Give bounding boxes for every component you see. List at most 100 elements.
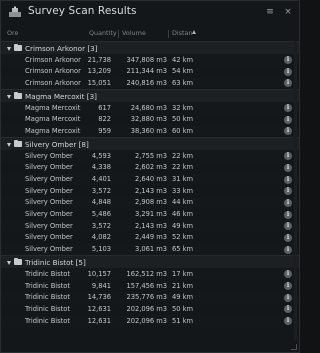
group-header[interactable]: Silvery Omber [8] xyxy=(1,137,299,151)
distance-value: 22 km xyxy=(172,151,194,160)
quantity-value: 4,338 xyxy=(91,163,111,172)
table-row[interactable]: Silvery Omber 5,486 3,291 m3 46 km i xyxy=(1,209,299,221)
menu-icon[interactable]: ≡ xyxy=(265,7,275,17)
column-header-quantity[interactable]: Quantity xyxy=(89,29,117,37)
close-icon[interactable]: × xyxy=(283,7,293,17)
column-header-distance[interactable]: Distan xyxy=(172,29,193,37)
group-rows: Tridinic Bistot 10,157 162,512 m3 17 km i Tri… xyxy=(1,268,299,327)
info-icon[interactable]: i xyxy=(284,293,292,302)
table-row[interactable]: Silvery Omber 4,848 2,908 m3 44 km i xyxy=(1,196,299,209)
group-header[interactable]: Tridinic Bistot [5] xyxy=(1,255,299,269)
distance-value: 44 km xyxy=(172,198,194,207)
ore-name: Tridinic Bistot xyxy=(25,293,70,302)
table-row[interactable]: Crimson Arkonor 13,209 211,344 m3 54 km i xyxy=(1,66,299,78)
survey-scanner-icon xyxy=(9,6,21,17)
table-row[interactable]: Magma Mercoxit 822 32,880 m3 50 km i xyxy=(1,114,299,126)
scrollbar[interactable] xyxy=(294,41,297,341)
survey-scan-window: Survey Scan Results ≡ × Ore Quantity Vol… xyxy=(0,0,300,353)
folder-icon xyxy=(14,257,22,266)
volume-value: 240,816 m3 xyxy=(126,78,167,87)
quantity-value: 5,103 xyxy=(91,245,111,254)
info-icon[interactable]: i xyxy=(284,104,292,113)
table-row[interactable]: Silvery Omber 4,338 2,602 m3 22 km i xyxy=(1,162,299,174)
scan-results-list: Crimson Arkonor [3] Crimson Arkonor 21,738… xyxy=(1,41,299,327)
table-row[interactable]: Magma Mercoxit 617 24,680 m3 32 km i xyxy=(1,102,299,114)
table-row[interactable]: Crimson Arkonor 15,051 240,816 m3 63 km i xyxy=(1,77,299,90)
title-bar[interactable]: Survey Scan Results ≡ × xyxy=(1,1,299,25)
table-row[interactable]: Silvery Omber 4,401 2,640 m3 31 km i xyxy=(1,173,299,186)
info-icon[interactable]: i xyxy=(284,282,292,290)
group-label: Silvery Omber [8] xyxy=(25,139,89,149)
table-row[interactable]: Tridinic Bistot 10,157 162,512 m3 17 km i xyxy=(1,268,299,280)
distance-value: 32 km xyxy=(172,103,194,112)
distance-value: 52 km xyxy=(172,233,194,242)
resize-grip-icon[interactable] xyxy=(291,344,297,350)
table-row[interactable]: Silvery Omber 3,572 2,143 m3 33 km i xyxy=(1,185,299,197)
info-icon[interactable]: i xyxy=(284,222,292,231)
quantity-value: 5,486 xyxy=(91,210,111,219)
column-divider[interactable] xyxy=(118,30,119,38)
quantity-value: 4,848 xyxy=(91,198,111,207)
group-rows: Silvery Omber 4,593 2,755 m3 22 km i Silvery … xyxy=(1,150,299,256)
group-header[interactable]: Crimson Arkonor [3] xyxy=(1,41,299,54)
distance-value: 65 km xyxy=(172,245,194,254)
table-row[interactable]: Tridinic Bistot 14,736 235,776 m3 49 km i xyxy=(1,291,299,304)
table-row[interactable]: Silvery Omber 4,593 2,755 m3 22 km i xyxy=(1,150,299,162)
ore-name: Tridinic Bistot xyxy=(25,304,70,313)
quantity-value: 3,572 xyxy=(91,221,111,230)
info-icon[interactable]: i xyxy=(284,233,292,242)
info-icon[interactable]: i xyxy=(284,187,292,196)
info-icon[interactable]: i xyxy=(284,127,292,136)
column-divider[interactable] xyxy=(168,30,169,38)
quantity-value: 822 xyxy=(98,115,111,124)
info-icon[interactable]: i xyxy=(284,198,292,207)
group-label: Tridinic Bistot [5] xyxy=(25,257,86,267)
volume-value: 2,449 m3 xyxy=(134,233,167,242)
info-icon[interactable]: i xyxy=(284,305,292,314)
info-icon[interactable]: i xyxy=(284,67,292,76)
table-row[interactable]: Silvery Omber 4,082 2,449 m3 52 km i xyxy=(1,232,299,244)
info-icon[interactable]: i xyxy=(284,210,292,219)
volume-value: 211,344 m3 xyxy=(126,67,167,76)
folder-icon xyxy=(14,91,22,100)
table-row[interactable]: Crimson Arkonor 21,738 347,808 m3 42 km i xyxy=(1,54,299,66)
quantity-value: 4,401 xyxy=(91,175,111,183)
info-icon[interactable]: i xyxy=(284,163,292,172)
info-icon[interactable]: i xyxy=(284,115,292,124)
ore-name: Magma Mercoxit xyxy=(25,115,81,124)
info-icon[interactable]: i xyxy=(284,245,292,254)
expand-caret-icon[interactable] xyxy=(7,47,11,51)
info-icon[interactable]: i xyxy=(284,270,292,279)
group-header[interactable]: Magma Mercoxit [3] xyxy=(1,89,299,103)
table-row[interactable]: Silvery Omber 5,103 3,061 m3 65 km i xyxy=(1,243,299,256)
expand-caret-icon[interactable] xyxy=(7,95,11,100)
distance-value: 60 km xyxy=(172,126,194,135)
table-row[interactable]: Tridinic Bistot 9,841 157,456 m3 21 km i xyxy=(1,280,299,292)
distance-value: 46 km xyxy=(172,210,194,219)
column-header-ore[interactable]: Ore xyxy=(7,29,18,37)
info-icon[interactable]: i xyxy=(284,79,292,88)
window-title: Survey Scan Results xyxy=(28,5,137,17)
distance-value: 49 km xyxy=(172,293,194,302)
info-icon[interactable]: i xyxy=(284,56,292,64)
table-row[interactable]: Tridinic Bistot 12,631 202,096 m3 50 km i xyxy=(1,303,299,315)
info-icon[interactable]: i xyxy=(284,152,292,161)
ore-name: Crimson Arkonor xyxy=(25,55,81,64)
table-row[interactable]: Magma Mercoxit 959 38,360 m3 60 km i xyxy=(1,125,299,138)
table-row[interactable]: Silvery Omber 3,572 2,143 m3 49 km i xyxy=(1,220,299,232)
quantity-value: 12,631 xyxy=(87,316,111,325)
ore-name: Silvery Omber xyxy=(25,245,73,254)
table-row[interactable]: Tridinic Bistot 12,631 202,096 m3 51 km i xyxy=(1,315,299,327)
expand-caret-icon[interactable] xyxy=(7,261,11,266)
distance-value: 63 km xyxy=(172,78,194,87)
info-icon[interactable]: i xyxy=(284,175,292,184)
ore-name: Silvery Omber xyxy=(25,151,73,160)
volume-value: 38,360 m3 xyxy=(130,126,167,135)
info-icon[interactable]: i xyxy=(284,317,292,326)
ore-name: Magma Mercoxit xyxy=(25,126,81,135)
expand-caret-icon[interactable] xyxy=(7,143,11,148)
volume-value: 2,602 m3 xyxy=(134,163,167,172)
column-header-volume[interactable]: Volume xyxy=(122,29,146,37)
distance-value: 33 km xyxy=(172,186,194,195)
ore-name: Silvery Omber xyxy=(25,175,73,183)
